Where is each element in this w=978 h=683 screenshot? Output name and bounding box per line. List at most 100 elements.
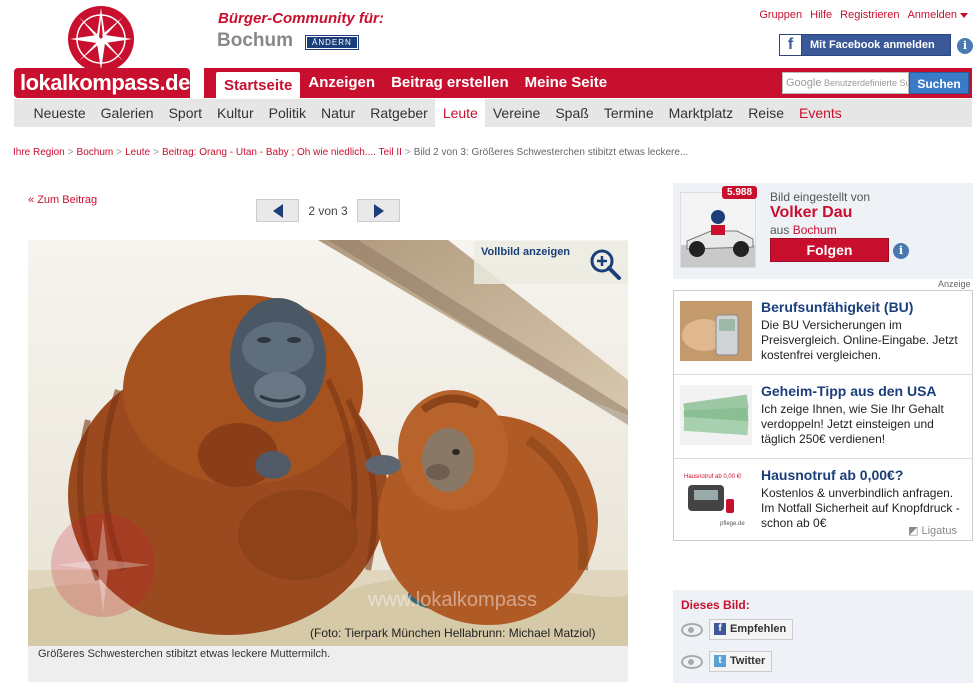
- breadcrumb-separator: >: [404, 147, 411, 158]
- category-neueste[interactable]: Neueste: [26, 99, 93, 127]
- photo-watermark: www.lokalkompass: [367, 589, 537, 611]
- photo-caption: Größeres Schwesterchen stibitzt etwas le…: [28, 646, 628, 682]
- search-button[interactable]: Suchen: [909, 72, 969, 94]
- groups-link[interactable]: Gruppen: [759, 9, 802, 21]
- twitter-share-label: Twitter: [730, 655, 766, 667]
- category-termine[interactable]: Termine: [596, 99, 661, 127]
- site-logo[interactable]: lokalkompass.de: [14, 68, 190, 98]
- ad-title[interactable]: Hausnotruf ab 0,00€?: [761, 467, 903, 483]
- uploader-city-prefix: aus: [770, 223, 790, 237]
- breadcrumb: Ihre Region > Bochum > Leute > Beitrag: Orang …: [13, 147, 688, 158]
- facebook-recommend-label: Empfehlen: [730, 623, 787, 635]
- category-spass[interactable]: Spaß: [548, 99, 596, 127]
- ligatus-label: Ligatus: [921, 525, 957, 537]
- back-to-post-link[interactable]: « Zum Beitrag: [28, 194, 97, 206]
- category-reise[interactable]: Reise: [741, 99, 792, 127]
- uploader-avatar[interactable]: [680, 192, 756, 268]
- category-galerien[interactable]: Galerien: [93, 99, 161, 127]
- uploader-name[interactable]: Volker Dau: [770, 204, 852, 222]
- image-counter: 2 von 3: [308, 203, 348, 218]
- twitter-share-button[interactable]: t Twitter: [709, 651, 773, 672]
- breadcrumb-item[interactable]: Leute: [125, 147, 150, 158]
- zoom-in-icon: [590, 249, 621, 280]
- category-vereine[interactable]: Vereine: [485, 99, 547, 127]
- eye-icon: [681, 655, 703, 669]
- breadcrumb-separator: >: [67, 147, 74, 158]
- uploader-city: aus Bochum: [770, 223, 837, 237]
- breadcrumb-item[interactable]: Ihre Region: [13, 147, 65, 158]
- google-label: Google: [786, 77, 822, 89]
- login-label: Anmelden: [907, 9, 957, 21]
- photo-credit: (Foto: Tierpark München Hellabrunn: Mich…: [310, 626, 596, 640]
- gallery-photo[interactable]: www.lokalkompass: [28, 240, 628, 646]
- main-nav-beitrag-erstellen[interactable]: Beitrag erstellen: [383, 68, 517, 98]
- change-city-button[interactable]: ÄNDERN: [305, 35, 359, 50]
- ad-thumbnail-text: Hausnotruf ab 0,00 €!: [684, 474, 742, 480]
- ad-thumbnail-brand: pflege.de: [720, 521, 745, 527]
- category-kultur[interactable]: Kultur: [210, 99, 262, 127]
- top-links: Gruppen Hilfe Registrieren Anmelden: [759, 9, 968, 21]
- ad-thumbnail: [680, 301, 752, 361]
- previous-image-button[interactable]: [256, 199, 299, 222]
- ad-label: Anzeige: [938, 279, 971, 289]
- compass-logo-icon[interactable]: [66, 4, 136, 74]
- help-link[interactable]: Hilfe: [810, 9, 832, 21]
- category-marktplatz[interactable]: Marktplatz: [661, 99, 741, 127]
- eye-icon: [681, 623, 703, 637]
- orangutan-photo: www.lokalkompass: [28, 240, 628, 646]
- ad-body: Die BU Versicherungen im Preisvergleich.…: [761, 318, 958, 362]
- breadcrumb-separator: >: [116, 147, 123, 158]
- login-link[interactable]: Anmelden: [907, 9, 968, 21]
- share-box: Dieses Bild: f Empfehlen t Twitter: [673, 590, 973, 683]
- category-events[interactable]: Events: [791, 99, 849, 127]
- ad-thumbnail: Hausnotruf ab 0,00 €! pflege.de: [680, 469, 752, 529]
- category-natur[interactable]: Natur: [313, 99, 362, 127]
- next-image-button[interactable]: [357, 199, 400, 222]
- follow-button[interactable]: Folgen: [770, 238, 889, 262]
- category-nav: Neueste Galerien Sport Kultur Politik Na…: [14, 99, 972, 127]
- search-placeholder: Benutzerdefinierte Suche: [824, 78, 908, 88]
- twitter-icon: t: [714, 655, 726, 667]
- category-politik[interactable]: Politik: [261, 99, 313, 127]
- facebook-login-button[interactable]: f Mit Facebook anmelden: [779, 34, 951, 56]
- breadcrumb-item[interactable]: Bochum: [77, 147, 114, 158]
- community-label: Bürger-Community für:: [218, 10, 384, 27]
- category-sport[interactable]: Sport: [161, 99, 209, 127]
- facebook-icon: f: [780, 35, 802, 55]
- city-name: Bochum: [217, 30, 293, 51]
- ligatus-link[interactable]: ◩ Ligatus: [908, 524, 957, 537]
- fullscreen-label: Vollbild anzeigen: [481, 246, 571, 258]
- ligatus-icon: ◩: [908, 525, 919, 537]
- search-input[interactable]: Google Benutzerdefinierte Suche: [782, 72, 909, 94]
- info-icon[interactable]: i: [893, 243, 909, 259]
- arrow-right-icon: [373, 203, 384, 218]
- breadcrumb-separator: >: [153, 147, 159, 158]
- breadcrumb-current: Bild 2 von 3: Größeres Schwesterchen sti…: [413, 147, 689, 158]
- ad-thumbnail: [680, 385, 752, 445]
- ad-title[interactable]: Berufsunfähigkeit (BU): [761, 299, 913, 315]
- main-nav-startseite[interactable]: Startseite: [216, 72, 301, 98]
- race-car-image: [681, 193, 755, 267]
- main-nav-meine-seite[interactable]: Meine Seite: [517, 68, 616, 98]
- breadcrumb-item[interactable]: Beitrag: Orang - Utan - Baby ; Oh wie ni…: [162, 147, 402, 158]
- ad-box: Berufsunfähigkeit (BU) Die BU Versicheru…: [673, 290, 973, 541]
- uploader-points-badge: 5.988: [722, 186, 758, 199]
- chevron-down-icon: [960, 12, 968, 18]
- fullscreen-button[interactable]: Vollbild anzeigen: [474, 241, 628, 284]
- category-leute[interactable]: Leute: [435, 99, 486, 127]
- main-nav-anzeigen[interactable]: Anzeigen: [300, 68, 383, 98]
- info-icon[interactable]: i: [957, 38, 973, 54]
- ad-body: Ich zeige Ihnen, wie Sie Ihr Gehalt verd…: [761, 402, 944, 446]
- double-chevron-left-icon: «: [28, 194, 35, 206]
- ad-item[interactable]: Geheim-Tipp aus den USA Ich zeige Ihnen,…: [674, 375, 972, 459]
- ad-title[interactable]: Geheim-Tipp aus den USA: [761, 383, 937, 399]
- uploader-label: Bild eingestellt von: [770, 190, 871, 204]
- facebook-icon: f: [714, 623, 726, 635]
- ad-item[interactable]: Berufsunfähigkeit (BU) Die BU Versicheru…: [674, 291, 972, 375]
- uploader-city-link[interactable]: Bochum: [793, 223, 837, 237]
- facebook-login-label: Mit Facebook anmelden: [810, 39, 935, 51]
- register-link[interactable]: Registrieren: [840, 9, 899, 21]
- facebook-recommend-button[interactable]: f Empfehlen: [709, 619, 794, 640]
- back-to-post-label: Zum Beitrag: [37, 194, 98, 206]
- category-ratgeber[interactable]: Ratgeber: [363, 99, 436, 127]
